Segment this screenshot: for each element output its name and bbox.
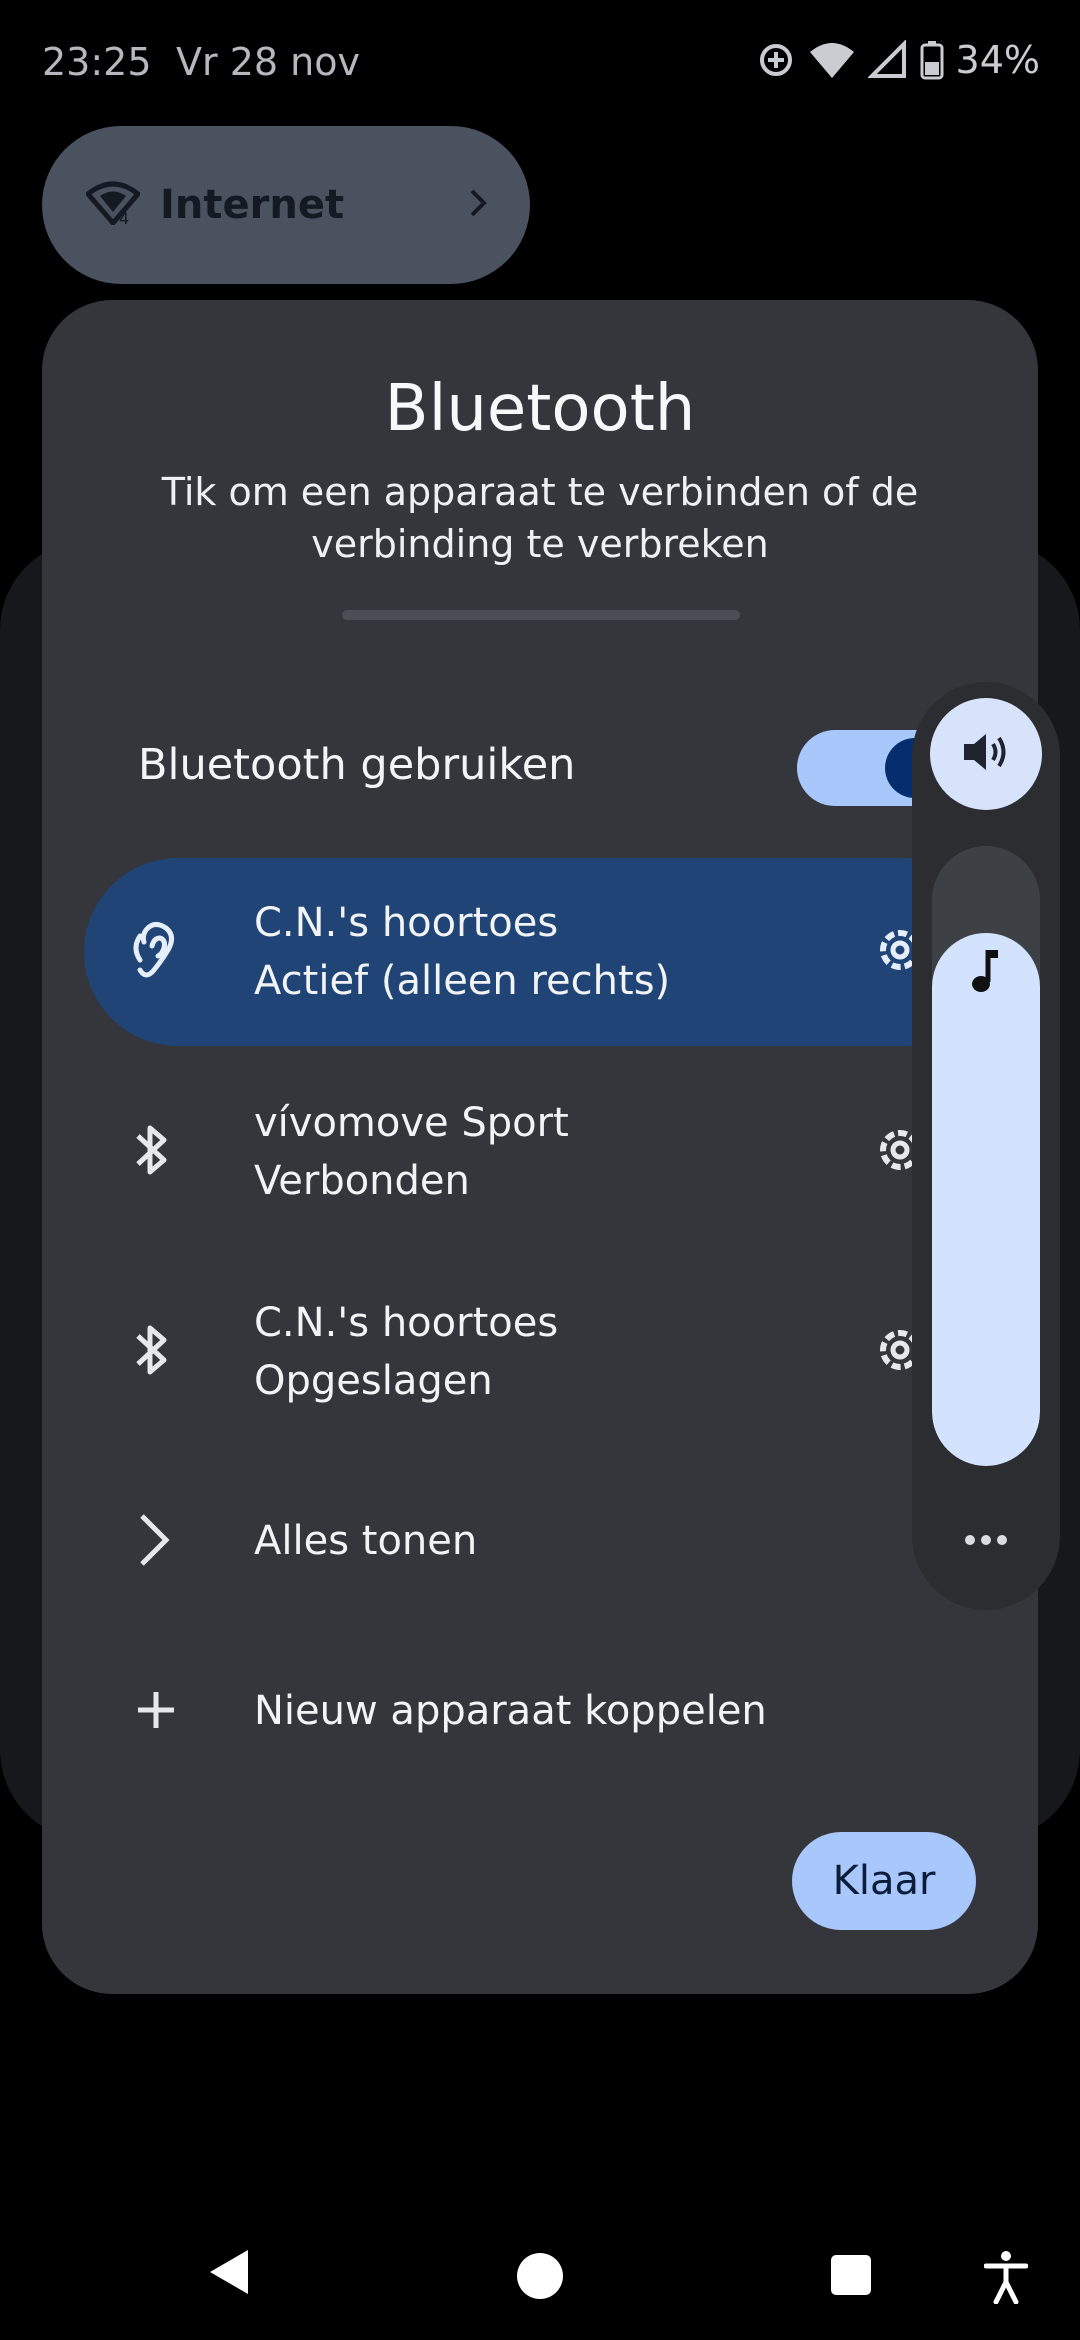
hearing-aid-icon [132, 918, 188, 986]
divider [342, 610, 740, 620]
wifi-icon: 4 [84, 181, 142, 229]
status-date: Vr 28 nov [176, 40, 360, 84]
device-row-hearing-aid-active[interactable]: C.N.'s hoortoes Actief (alleen rechts) [84, 858, 996, 1046]
battery-percent: 34% [955, 38, 1040, 82]
plus-icon [134, 1688, 178, 1736]
data-saver-icon [756, 40, 796, 80]
recents-icon[interactable] [830, 2254, 872, 2300]
pair-new-device-row[interactable]: Nieuw apparaat koppelen [84, 1652, 884, 1772]
device-status: Opgeslagen [254, 1358, 493, 1404]
use-bluetooth-label: Bluetooth gebruiken [138, 740, 576, 790]
device-row-vivomove[interactable]: vívomove Sport Verbonden [84, 1058, 996, 1246]
signal-icon [867, 40, 908, 80]
device-name: vívomove Sport [254, 1100, 569, 1146]
status-time: 23:25 [42, 40, 152, 84]
dialog-title: Bluetooth [384, 372, 696, 446]
more-icon[interactable] [956, 1520, 1016, 1560]
show-all-row[interactable]: Alles tonen [84, 1482, 884, 1602]
chevron-right-icon [134, 1512, 174, 1572]
dialog-subtitle: Tik om een apparaat te verbinden of de v… [161, 470, 919, 566]
device-row-hearing-aid-saved[interactable]: C.N.'s hoortoes Opgeslagen [84, 1258, 996, 1446]
bluetooth-icon [132, 1320, 172, 1384]
back-icon[interactable] [204, 2246, 252, 2302]
bluetooth-icon [132, 1120, 172, 1184]
music-note-icon [966, 946, 1006, 1000]
show-all-label: Alles tonen [254, 1518, 478, 1564]
svg-text:4: 4 [838, 64, 847, 80]
accessibility-icon[interactable] [983, 2250, 1029, 2308]
wifi-icon: 4 [808, 40, 856, 80]
status-icons: 4 34% [756, 38, 1040, 82]
device-name: C.N.'s hoortoes [254, 900, 559, 946]
device-name: C.N.'s hoortoes [254, 1300, 559, 1346]
speaker-button[interactable] [930, 698, 1042, 810]
device-status: Verbonden [254, 1158, 470, 1204]
pair-new-device-label: Nieuw apparaat koppelen [254, 1688, 767, 1734]
speaker-icon [960, 728, 1012, 780]
internet-label: Internet [160, 182, 345, 228]
home-icon[interactable] [516, 2252, 564, 2304]
internet-tile[interactable]: 4 Internet [42, 126, 530, 284]
battery-icon [920, 40, 944, 80]
media-volume-slider[interactable] [932, 846, 1040, 1466]
device-status: Actief (alleen rechts) [254, 958, 671, 1004]
chevron-right-icon [466, 187, 490, 223]
svg-text:4: 4 [119, 209, 129, 225]
done-button[interactable]: Klaar [792, 1832, 976, 1930]
media-volume-fill [932, 932, 1040, 1466]
